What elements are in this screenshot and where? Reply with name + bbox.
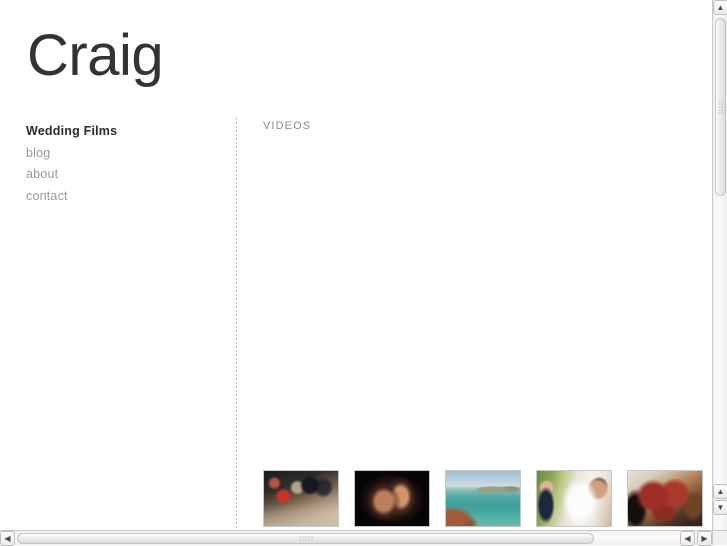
thumb-image-detail: [628, 471, 702, 526]
grip-dots-icon: [717, 99, 724, 115]
scroll-left-button[interactable]: ◀: [0, 531, 15, 546]
thumb-coastline[interactable]: [445, 470, 521, 527]
triangle-up-icon: ▲: [716, 486, 725, 496]
thumb-image-detail: [355, 471, 429, 526]
triangle-left-icon: ◀: [684, 533, 691, 543]
page-title: Craig: [27, 23, 164, 88]
triangle-right-icon: ▶: [701, 533, 708, 543]
scroll-up-button[interactable]: ▲: [713, 0, 727, 15]
grip-dots-icon: [298, 535, 313, 542]
triangle-left-icon: ◀: [4, 533, 11, 543]
sidebar-item-about[interactable]: about: [26, 164, 216, 185]
thumb-couple-night[interactable]: [354, 470, 430, 527]
sidebar-item-wedding-films[interactable]: Wedding Films: [26, 121, 216, 142]
sidebar-item-contact[interactable]: contact: [26, 186, 216, 207]
thumb-interior-lamp[interactable]: [263, 470, 339, 527]
browser-viewport: Craig Wedding Films blog about contact V…: [0, 0, 712, 530]
scrollbar-corner: [712, 530, 727, 545]
triangle-down-icon: ▼: [716, 502, 725, 512]
horizontal-scrollbar[interactable]: ◀ ◀ ▶: [0, 530, 712, 546]
video-thumbnail-strip: [263, 470, 712, 528]
vertical-scrollbar[interactable]: ▲ ▲ ▼: [712, 0, 727, 530]
sidebar-item-blog[interactable]: blog: [26, 143, 216, 164]
vertical-dotted-divider: [236, 118, 237, 530]
vertical-scrollbar-thumb[interactable]: [715, 18, 726, 196]
thumb-image-detail: [446, 471, 520, 526]
section-label-videos: VIDEOS: [263, 120, 312, 132]
scroll-down-button[interactable]: ▼: [713, 500, 727, 515]
scroll-up-button-secondary[interactable]: ▲: [713, 484, 727, 499]
main-content: VIDEOS: [263, 118, 712, 530]
triangle-up-icon: ▲: [716, 2, 725, 12]
scroll-right-button[interactable]: ▶: [697, 531, 712, 546]
thumb-henna-hands[interactable]: [627, 470, 703, 527]
thumb-image-detail: [537, 471, 611, 526]
thumb-bride-groom[interactable]: [536, 470, 612, 527]
scroll-left-button-secondary[interactable]: ◀: [680, 531, 695, 546]
sidebar-nav: Wedding Films blog about contact: [26, 121, 216, 207]
horizontal-scrollbar-thumb[interactable]: [17, 533, 594, 544]
thumb-image-detail: [264, 471, 338, 526]
